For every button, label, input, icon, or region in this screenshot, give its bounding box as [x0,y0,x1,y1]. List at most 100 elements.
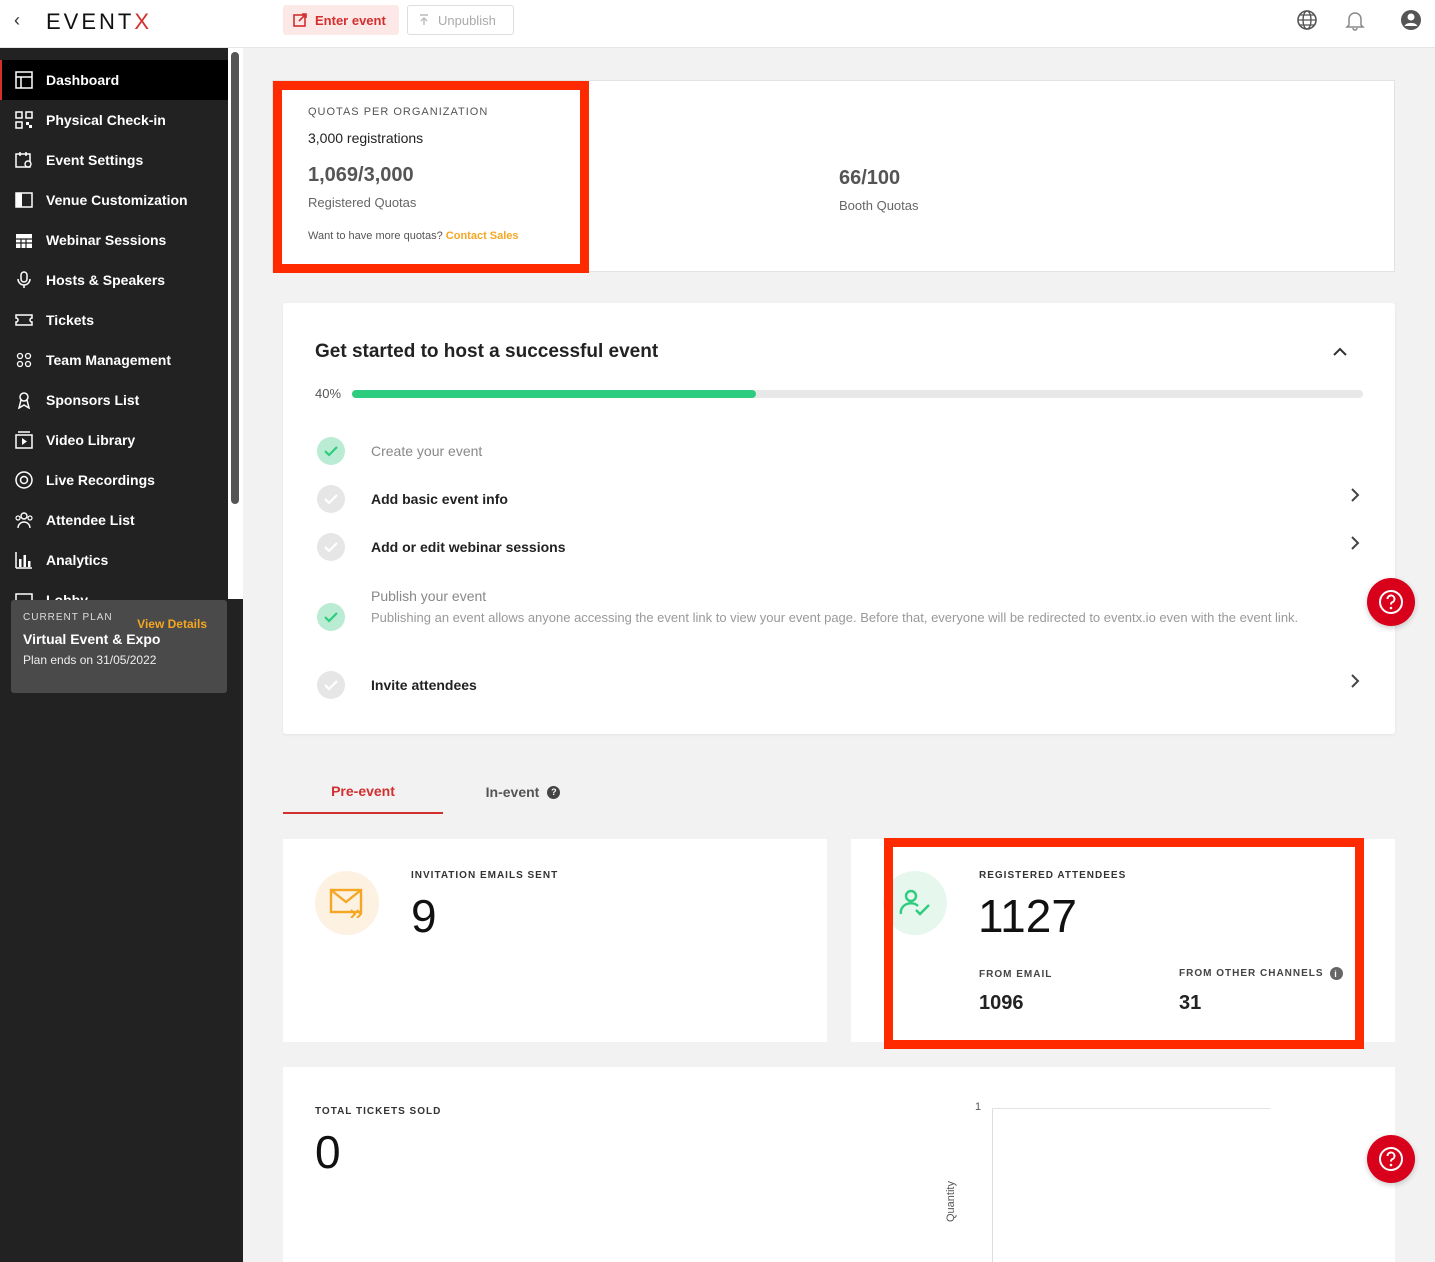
sidebar-item-label: Hosts & Speakers [46,272,166,288]
calendar-settings-icon [14,150,34,170]
tab-label: Pre-event [331,783,395,799]
check-icon [317,533,345,561]
check-icon [317,671,345,699]
step-label: Invite attendees [371,677,477,693]
check-icon [317,485,345,513]
lobby-icon [14,590,34,600]
help-question-icon[interactable]: ? [547,785,561,799]
tickets-value: 0 [315,1126,341,1178]
check-icon [317,437,345,465]
logo-text: EVENTX [46,9,153,34]
quota-title: QUOTAS PER ORGANIZATION [308,106,489,118]
tab-in-event[interactable]: In-event? [443,770,603,814]
sidebar-item-event-settings[interactable]: Event Settings [0,140,228,180]
sidebar-scrollbar[interactable] [231,52,239,504]
tab-pre-event[interactable]: Pre-event [283,770,443,814]
progress-bar [352,390,1363,398]
get-started-card: Get started to host a successful event 4… [283,303,1395,734]
sidebar-item-analytics[interactable]: Analytics [0,540,228,580]
dashboard-icon [14,70,34,90]
enter-event-button[interactable]: Enter event [283,5,399,35]
sidebar-item-label: Video Library [46,432,136,448]
sidebar-item-attendee-list[interactable]: Attendee List [0,500,228,540]
registered-quota-value: 1,069/3,000 [308,164,414,186]
upload-icon [420,14,428,25]
video-library-icon [14,430,34,450]
view-details-link[interactable]: View Details [137,617,207,631]
top-bar: ‹ EVENTX Enter event Unpublish [0,0,1435,48]
step-label: Add basic event info [371,491,508,507]
collapse-chevron-icon[interactable] [1333,341,1347,362]
step-label: Publish your event [371,588,487,604]
tickets-label: TOTAL TICKETS SOLD [315,1106,442,1117]
contact-sales-link[interactable]: Contact Sales [446,230,519,242]
sponsor-icon [14,390,34,410]
sidebar-item-live-recordings[interactable]: Live Recordings [0,460,228,500]
step-label: Add or edit webinar sessions [371,539,566,555]
sidebar-item-sponsors-list[interactable]: Sponsors List [0,380,228,420]
sidebar-item-video-library[interactable]: Video Library [0,420,228,460]
chevron-right-icon[interactable] [1350,673,1360,694]
sidebar-item-label: Sponsors List [46,392,140,408]
chart-gridline [992,1108,1270,1109]
sidebar-item-dashboard[interactable]: Dashboard [0,60,228,100]
globe-icon[interactable] [1296,9,1318,31]
sidebar-item-label: Tickets [46,312,94,328]
sidebar-item-physical-check-in[interactable]: Physical Check-in [0,100,228,140]
sidebar-item-tickets[interactable]: Tickets [0,300,228,340]
unpublish-label: Unpublish [438,12,496,28]
grid-calendar-icon [14,230,34,250]
qr-code-icon [14,110,34,130]
check-icon [317,603,345,631]
step-description: Publishing an event allows anyone access… [371,610,1299,625]
registered-attendees-highlight [884,838,1364,1049]
sidebar-item-label: Dashboard [46,72,120,88]
sidebar: Dashboard Physical Check-in Event Settin… [0,48,243,1262]
sidebar-item-lobby[interactable]: Lobby [0,580,228,600]
microphone-icon [14,270,34,290]
registration-quota-highlight: QUOTAS PER ORGANIZATION 3,000 registrati… [273,81,589,273]
more-quotas-prompt: Want to have more quotas? [308,230,443,242]
help-button[interactable] [1367,1135,1415,1183]
current-plan-card: CURRENT PLAN View Details Virtual Event … [11,600,227,693]
sidebar-item-label: Lobby [46,592,88,600]
chevron-right-icon[interactable] [1350,487,1360,508]
chart-y-tick: 1 [975,1101,982,1113]
more-quotas-text: Want to have more quotas? Contact Sales [308,230,554,242]
quota-subtitle: 3,000 registrations [308,130,424,146]
chevron-right-icon[interactable] [1350,535,1360,556]
user-account-icon[interactable] [1400,9,1422,31]
help-question-icon [1379,590,1403,614]
sidebar-item-label: Attendee List [46,512,135,528]
sidebar-item-label: Webinar Sessions [46,232,167,248]
sidebar-item-venue-customization[interactable]: Venue Customization [0,180,228,220]
progress-percent: 40% [315,386,342,401]
back-arrow-icon[interactable]: ‹ [14,10,20,31]
invitation-value: 9 [411,890,437,942]
get-started-title: Get started to host a successful event [315,341,659,362]
booth-quota-label: Booth Quotas [839,198,919,213]
ticket-icon [14,310,34,330]
plan-name: Virtual Event & Expo [23,631,161,647]
sidebar-item-label: Venue Customization [46,192,188,208]
sidebar-item-hosts-speakers[interactable]: Hosts & Speakers [0,260,228,300]
team-icon [14,350,34,370]
bar-chart-icon [14,550,34,570]
sidebar-nav: Dashboard Physical Check-in Event Settin… [0,60,228,600]
attendees-icon [14,510,34,530]
help-question-icon [1379,1147,1403,1171]
chart-y-label: Quantity [945,1181,957,1222]
sidebar-item-team-management[interactable]: Team Management [0,340,228,380]
sidebar-item-label: Live Recordings [46,472,155,488]
unpublish-button[interactable]: Unpublish [407,5,514,35]
help-button[interactable] [1367,578,1415,626]
sidebar-item-webinar-sessions[interactable]: Webinar Sessions [0,220,228,260]
chart-y-axis [992,1109,993,1262]
booth-quota-value: 66/100 [839,167,901,189]
eventx-logo[interactable]: EVENTX [46,9,152,35]
tickets-sold-card: TOTAL TICKETS SOLD 0 1 Quantity [283,1067,1395,1262]
progress-bar-fill [352,390,757,398]
step-label: Create your event [371,443,483,459]
sidebar-item-label: Physical Check-in [46,112,166,128]
bell-icon[interactable] [1344,9,1366,31]
